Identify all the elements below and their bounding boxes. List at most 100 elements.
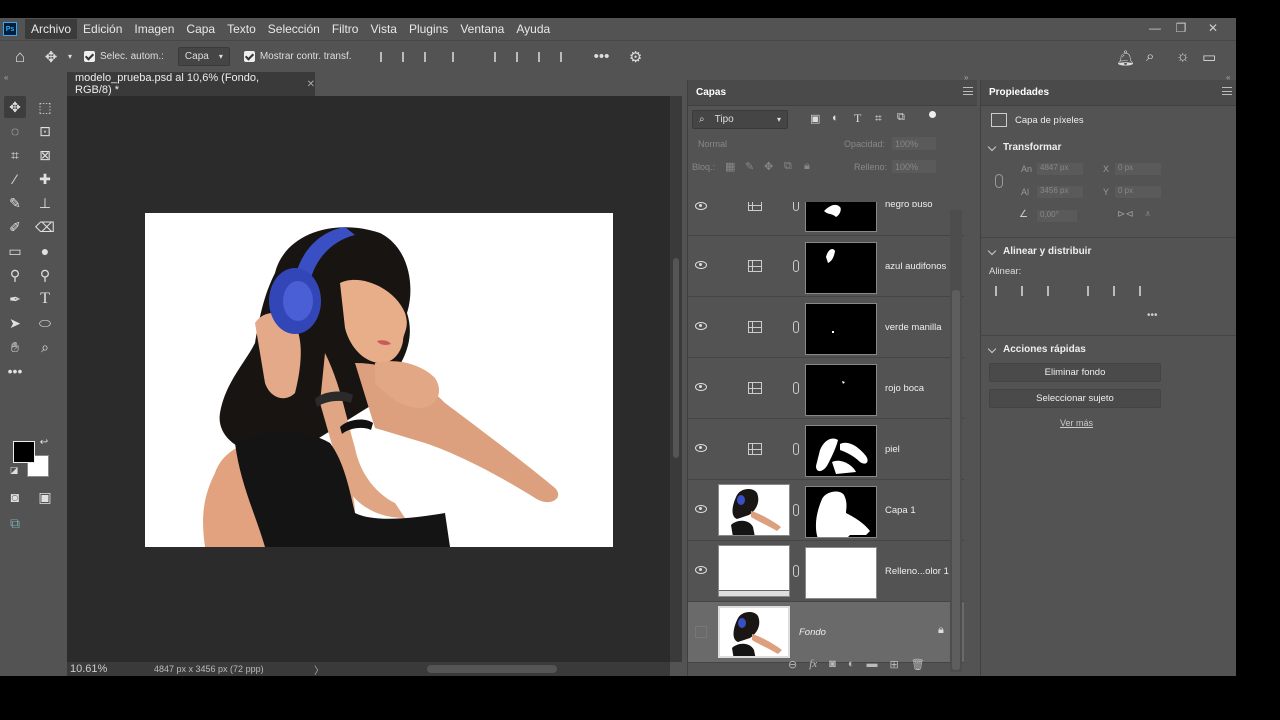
auto-select-checkbox[interactable] xyxy=(84,51,95,62)
fx-icon[interactable]: fx xyxy=(809,658,817,671)
lock-artboard-icon[interactable]: ⧉ xyxy=(784,160,792,173)
type-tool-icon[interactable]: T xyxy=(34,288,56,310)
layer-mask-thumbnail[interactable] xyxy=(805,425,877,477)
menu-archivo[interactable]: Archivo xyxy=(25,19,78,39)
eraser-tool-icon[interactable]: ⌫ xyxy=(34,216,56,238)
align-bottom-icon[interactable] xyxy=(1139,286,1149,296)
layers-panel-title[interactable]: Capas xyxy=(696,87,726,98)
new-layer-icon[interactable]: ⊞ xyxy=(889,658,898,671)
fill-layer-thumbnail[interactable] xyxy=(718,545,790,597)
quick-mask-icon[interactable]: ◙ xyxy=(4,486,26,508)
opacity-field[interactable]: 100% xyxy=(892,137,936,150)
menu-filtro[interactable]: Filtro xyxy=(326,19,365,39)
lock-transparent-icon[interactable]: ▦ xyxy=(725,160,735,173)
layer-mask-thumbnail[interactable] xyxy=(805,486,877,538)
align-right-icon[interactable] xyxy=(1047,286,1057,296)
layer-mask-thumbnail[interactable] xyxy=(805,547,877,599)
eyedropper-tool-icon[interactable]: ⁄ xyxy=(4,168,26,190)
layer-thumbnail[interactable] xyxy=(718,484,790,536)
close-icon[interactable]: ✕ xyxy=(1200,18,1226,38)
workspace-icon[interactable]: ▭ xyxy=(1202,48,1216,66)
default-colors-icon[interactable]: ◪ xyxy=(8,464,20,476)
layer-mask-thumbnail[interactable] xyxy=(805,364,877,416)
collapse-toolbar-icon[interactable]: « xyxy=(4,73,8,82)
gear-icon[interactable]: ⚙ xyxy=(626,48,646,66)
more-options-icon[interactable]: ••• xyxy=(592,48,612,65)
link-icon[interactable] xyxy=(793,321,799,333)
bell-icon[interactable]: 🔔︎ xyxy=(1116,49,1135,67)
layer-row[interactable]: rojo boca xyxy=(688,358,964,419)
path-select-icon[interactable]: ➤ xyxy=(4,312,26,334)
filter-shape-icon[interactable]: ⌗ xyxy=(875,111,882,126)
visibility-eye-icon[interactable] xyxy=(695,505,707,513)
link-icon[interactable] xyxy=(793,202,799,211)
home-icon[interactable]: ⌂ xyxy=(0,47,40,67)
auto-select-dropdown[interactable]: Capa ▾ xyxy=(177,47,230,66)
menu-ayuda[interactable]: Ayuda xyxy=(510,19,556,39)
collapse-panels-icon[interactable]: » xyxy=(964,73,968,82)
pen-tool-icon[interactable]: ✒ xyxy=(4,288,26,310)
scrollbar-thumb[interactable] xyxy=(673,258,679,458)
align-left-icon[interactable] xyxy=(379,51,390,62)
document-canvas[interactable] xyxy=(145,213,613,547)
new-adjustment-icon[interactable]: ◐ xyxy=(848,658,855,671)
visibility-toggle-empty[interactable] xyxy=(695,626,707,638)
menu-imagen[interactable]: Imagen xyxy=(128,19,180,39)
status-expand-icon[interactable]: 〉 xyxy=(314,662,324,677)
hand-tool-icon[interactable]: ✋︎ xyxy=(4,336,26,358)
more-tools-icon[interactable]: ••• xyxy=(4,360,26,382)
layer-filter-dropdown[interactable]: ⌕ Tipo ▾ xyxy=(692,110,788,129)
layer-row[interactable]: azul audifonos xyxy=(688,236,964,297)
layer-row[interactable]: verde manilla xyxy=(688,297,964,358)
history-brush-icon[interactable]: ✐ xyxy=(4,216,26,238)
add-mask-icon[interactable]: ◙ xyxy=(829,658,836,671)
canvas-area[interactable]: ➤ xyxy=(67,96,670,662)
link-icon[interactable] xyxy=(793,565,799,577)
flip-horizontal-icon[interactable]: ⊳⊲ xyxy=(1117,209,1134,220)
search-icon[interactable]: ⌕ xyxy=(1146,48,1154,65)
layer-row-selected[interactable]: Fondo 🔒︎ xyxy=(688,602,964,663)
healing-brush-icon[interactable]: ✚ xyxy=(34,168,56,190)
zoom-tool-icon[interactable]: ⌕ xyxy=(34,336,56,358)
lightbulb-icon[interactable]: ☼ xyxy=(1176,48,1190,65)
layer-mask-thumbnail[interactable] xyxy=(805,303,877,355)
zoom-level[interactable]: 10.61% xyxy=(70,663,154,675)
swap-colors-icon[interactable]: ↩ xyxy=(38,436,50,448)
distribute-v-icon[interactable] xyxy=(559,51,570,62)
frame-tool-icon[interactable]: ⊠ xyxy=(34,144,56,166)
minimize-icon[interactable]: — xyxy=(1142,18,1168,38)
link-icon[interactable] xyxy=(793,260,799,272)
horizontal-scroll-thumb[interactable] xyxy=(427,665,557,673)
angle-field[interactable]: 0,00° xyxy=(1037,210,1077,222)
object-select-tool-icon[interactable]: ⊡ xyxy=(34,120,56,142)
see-more-link[interactable]: Ver más xyxy=(1060,418,1236,428)
show-transform-checkbox[interactable] xyxy=(243,51,255,62)
visibility-eye-icon[interactable] xyxy=(695,322,707,330)
layer-mask-thumbnail[interactable] xyxy=(805,202,877,232)
generative-icon[interactable]: ⧉ xyxy=(4,512,26,534)
link-layers-icon[interactable]: ⊖ xyxy=(788,658,797,671)
restore-icon[interactable]: ❐ xyxy=(1168,18,1194,38)
layer-row[interactable]: Capa 1 xyxy=(688,480,964,541)
layer-row[interactable]: Relleno...olor 1 xyxy=(688,541,964,602)
chevron-down-icon[interactable]: ▾ xyxy=(62,52,78,61)
filter-toggle-icon[interactable] xyxy=(929,111,936,118)
menu-capa[interactable]: Capa xyxy=(180,19,221,39)
visibility-eye-icon[interactable] xyxy=(695,444,707,452)
link-icon[interactable] xyxy=(793,382,799,394)
brush-tool-icon[interactable]: ✎ xyxy=(4,192,26,214)
align-bottom-icon[interactable] xyxy=(537,51,548,62)
menu-edicion[interactable]: Edición xyxy=(77,19,128,39)
y-field[interactable]: 0 px xyxy=(1115,186,1161,198)
ellipse-tool-icon[interactable]: ⬭ xyxy=(34,312,56,334)
new-group-icon[interactable]: ▬ xyxy=(866,658,877,671)
move-tool-icon[interactable]: ✥ xyxy=(40,48,62,66)
lock-image-icon[interactable]: ✎ xyxy=(745,160,754,173)
layer-row[interactable]: negro buso xyxy=(688,202,964,236)
fill-field[interactable]: 100% xyxy=(892,160,936,173)
layers-scrollbar[interactable] xyxy=(950,210,962,672)
visibility-eye-icon[interactable] xyxy=(695,383,707,391)
visibility-eye-icon[interactable] xyxy=(695,261,707,269)
lasso-tool-icon[interactable]: ◌ xyxy=(4,120,26,142)
filter-adjustment-icon[interactable]: ◐ xyxy=(832,112,839,124)
